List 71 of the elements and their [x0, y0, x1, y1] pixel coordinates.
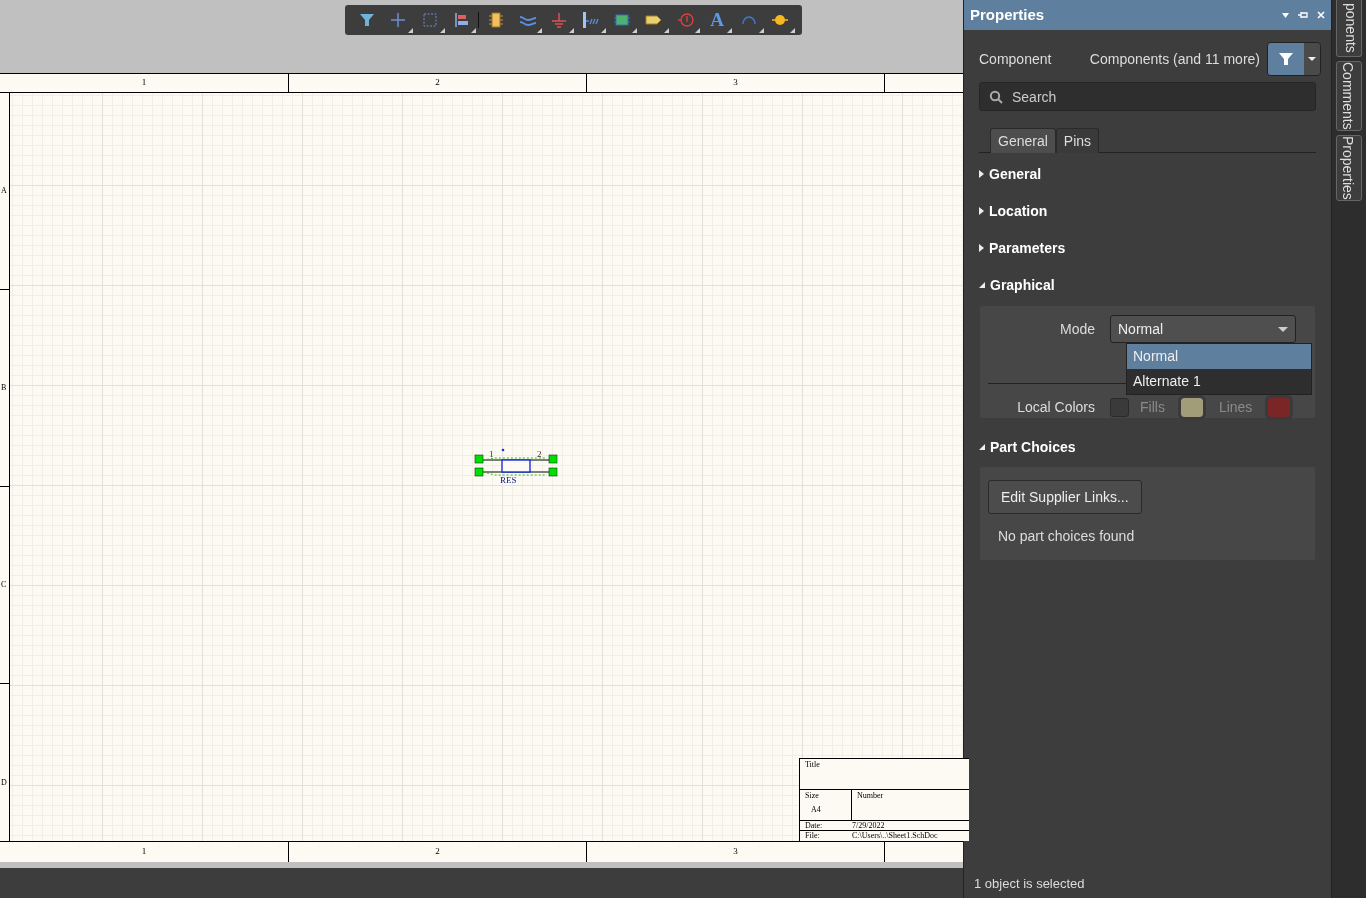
side-tab[interactable]: ponents — [1336, 0, 1362, 57]
arc-icon — [741, 15, 756, 25]
number-label: Number — [857, 791, 884, 800]
filter-summary: Components (and 11 more) — [1089, 49, 1260, 69]
status-text: 1 object is selected — [974, 874, 1086, 893]
filter-icon — [1278, 51, 1294, 67]
collapse-caret-icon — [979, 282, 985, 288]
file-path: C:\Users\..\Sheet1.SchDoc — [852, 831, 938, 841]
object-type-label: Component — [979, 49, 1052, 69]
local-colors-checkbox[interactable] — [1110, 397, 1129, 417]
section-header[interactable]: Graphical — [964, 272, 1331, 298]
color-label: Lines — [1218, 397, 1253, 417]
column-label: 1 — [141, 845, 147, 859]
ground-icon — [550, 11, 569, 29]
filter-icon — [357, 11, 376, 29]
mode-label: Mode — [1058, 319, 1096, 339]
empty-message: No part choices found — [997, 527, 1136, 546]
search-icon — [989, 90, 1003, 104]
expand-caret-icon — [979, 244, 984, 252]
pin-number: 2 — [537, 450, 542, 459]
color-label: Fills — [1140, 397, 1165, 417]
pin-number: 1 — [489, 450, 494, 459]
circle-icon — [676, 11, 695, 29]
dropdown-option[interactable]: Normal — [1127, 344, 1311, 369]
section-header[interactable]: Parameters — [964, 235, 1331, 261]
expand-caret-icon — [979, 170, 984, 178]
row-label: B — [1, 382, 7, 394]
date-label: Date: — [804, 821, 824, 830]
side-tab[interactable]: Properties — [1336, 134, 1362, 201]
crosshair-icon — [389, 11, 408, 29]
bus-entry-icon — [581, 11, 600, 29]
size-label: Size — [805, 791, 820, 801]
column-label: 3 — [733, 845, 738, 859]
chip-icon — [487, 11, 506, 29]
title-label: Title — [805, 760, 820, 769]
dropdown-arrow-icon — [1308, 57, 1316, 61]
close-icon[interactable] — [1317, 11, 1325, 19]
row-label: D — [1, 776, 7, 789]
row-label: A — [1, 185, 7, 197]
pin-icon[interactable] — [1298, 11, 1308, 19]
section-header[interactable]: General — [964, 161, 1331, 187]
board-icon — [613, 11, 632, 29]
dashed-rectangle-icon — [420, 11, 439, 29]
panel-tab[interactable]: Pins — [1055, 128, 1100, 153]
filter-split-button[interactable] — [1267, 42, 1321, 76]
color-swatch[interactable] — [1268, 397, 1291, 417]
section-header[interactable]: Part Choices — [964, 434, 1331, 460]
local-colors-label: Local Colors — [1016, 397, 1096, 417]
collapse-caret-icon — [979, 444, 985, 450]
row-label: C — [1, 579, 7, 591]
expand-caret-icon — [979, 207, 984, 215]
designator: RES — [500, 476, 517, 485]
file-label: File: — [804, 831, 821, 841]
menu-arrow-icon[interactable] — [1282, 12, 1289, 18]
date-value: 7/29/2022 — [852, 821, 885, 830]
panel-tab[interactable]: General — [990, 128, 1056, 153]
text-tool-button[interactable]: A — [701, 6, 733, 34]
section-header[interactable]: Location — [964, 198, 1331, 224]
edit-supplier-links-button[interactable]: Edit Supplier Links... — [988, 480, 1142, 514]
panel-title: Properties — [970, 4, 1045, 25]
column-label: 2 — [435, 845, 440, 859]
color-swatch[interactable] — [1180, 397, 1203, 417]
column-label: 1 — [141, 76, 147, 90]
size-value: A4 — [810, 805, 822, 815]
align-icon — [452, 11, 471, 29]
side-tab[interactable]: Comments — [1336, 61, 1362, 131]
search-field[interactable]: Search — [979, 82, 1316, 111]
mode-dropdown[interactable]: Normal — [1110, 315, 1296, 343]
dropdown-arrow-icon — [1278, 326, 1288, 332]
column-label: 3 — [733, 76, 738, 90]
column-label: 2 — [435, 76, 440, 90]
